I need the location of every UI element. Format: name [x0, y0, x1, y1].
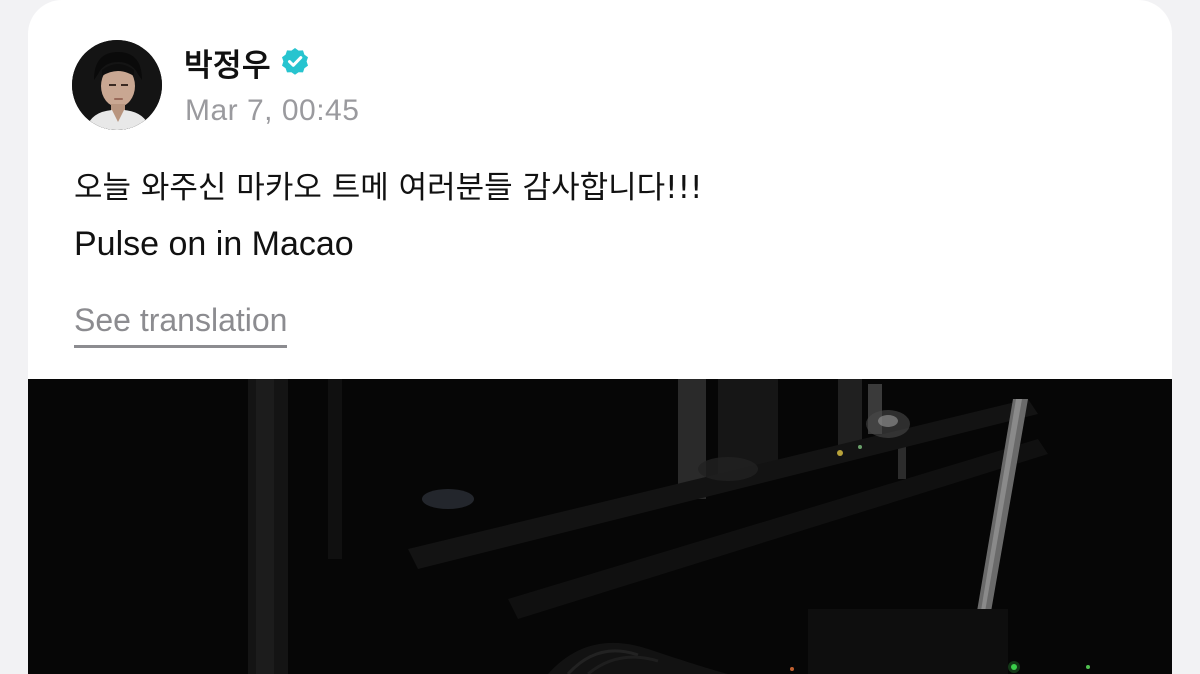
- backstage-photo: [28, 379, 1172, 674]
- post-media-image[interactable]: [28, 379, 1172, 674]
- post-text-line-english: Pulse on in Macao: [74, 225, 354, 263]
- verified-badge-icon: [279, 46, 311, 78]
- post-body: 오늘 와주신 마카오 트메 여러분들 감사합니다!!! Pulse on in …: [74, 160, 1134, 272]
- author-row: 박정우: [184, 40, 311, 84]
- avatar[interactable]: [72, 40, 162, 130]
- post-text-line-korean: 오늘 와주신 마카오 트메 여러분들 감사합니다!!!: [74, 170, 703, 206]
- post-card: 박정우 Mar 7, 00:45 오늘 와주신 마카오 트메 여러분들 감사합니…: [28, 0, 1172, 674]
- avatar-image: [72, 40, 162, 130]
- post-timestamp: Mar 7, 00:45: [185, 94, 360, 127]
- author-name[interactable]: 박정우: [184, 40, 271, 85]
- see-translation-link[interactable]: See translation: [74, 302, 288, 348]
